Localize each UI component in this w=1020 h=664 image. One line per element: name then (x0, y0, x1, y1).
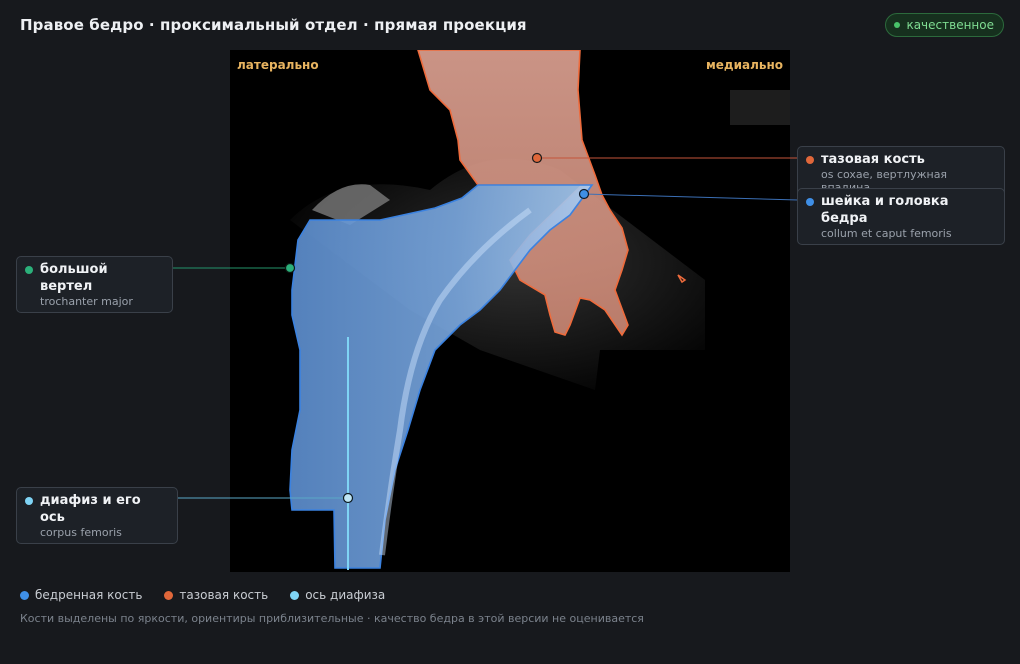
legend-item-pelvis[interactable]: тазовая кость (164, 588, 268, 602)
callout-shaft-sublabel: corpus femoris (40, 526, 122, 539)
page-title: Правое бедро · проксимальный отдел · пря… (20, 16, 527, 34)
callout-shaft[interactable]: диафиз и его ось corpus femoris (16, 487, 178, 544)
callout-shaft-label: диафиз и его ось (40, 493, 141, 525)
legend-femur-label: бедренная кость (35, 588, 143, 602)
callout-neck[interactable]: шейка и головка бедра collum et caput fe… (797, 188, 1005, 245)
neck-dot-icon (806, 198, 814, 206)
quality-badge-label: качественное (906, 18, 994, 32)
orientation-medial: медиально (705, 58, 783, 72)
pelvis-dot-icon (806, 156, 814, 164)
trochanter-dot-icon (25, 266, 33, 274)
callout-pelvis-label: тазовая кость (821, 152, 925, 167)
legend-item-axis[interactable]: ось диафиза (290, 588, 385, 602)
status-dot-icon (894, 22, 901, 28)
callout-trochanter-label: большой вертел (40, 262, 108, 294)
legend-axis-label: ось диафиза (305, 588, 386, 602)
quality-badge: качественное (885, 13, 1004, 37)
callout-trochanter[interactable]: большой вертел trochanter major (16, 256, 173, 313)
pelvis-swatch-icon (164, 590, 174, 600)
callout-neck-sublabel: collum et caput femoris (821, 227, 952, 240)
femur-swatch-icon (20, 590, 29, 600)
footnote: Кости выделены по яркости, ориентиры при… (20, 612, 644, 625)
axis-swatch-icon (290, 590, 300, 600)
callout-trochanter-sublabel: trochanter major (40, 295, 133, 308)
legend: бедренная кость тазовая кость ось диафиз… (20, 588, 385, 602)
xray-image (230, 50, 790, 572)
xray-viewer[interactable]: латерально медиально (230, 50, 790, 572)
callout-neck-label: шейка и головка бедра (821, 194, 949, 226)
orientation-lateral: латерально (237, 58, 319, 72)
soft-tissue-shadow-small (730, 90, 790, 125)
legend-pelvis-label: тазовая кость (179, 588, 269, 602)
shaft-dot-icon (25, 497, 33, 505)
legend-item-femur[interactable]: бедренная кость (20, 588, 142, 602)
